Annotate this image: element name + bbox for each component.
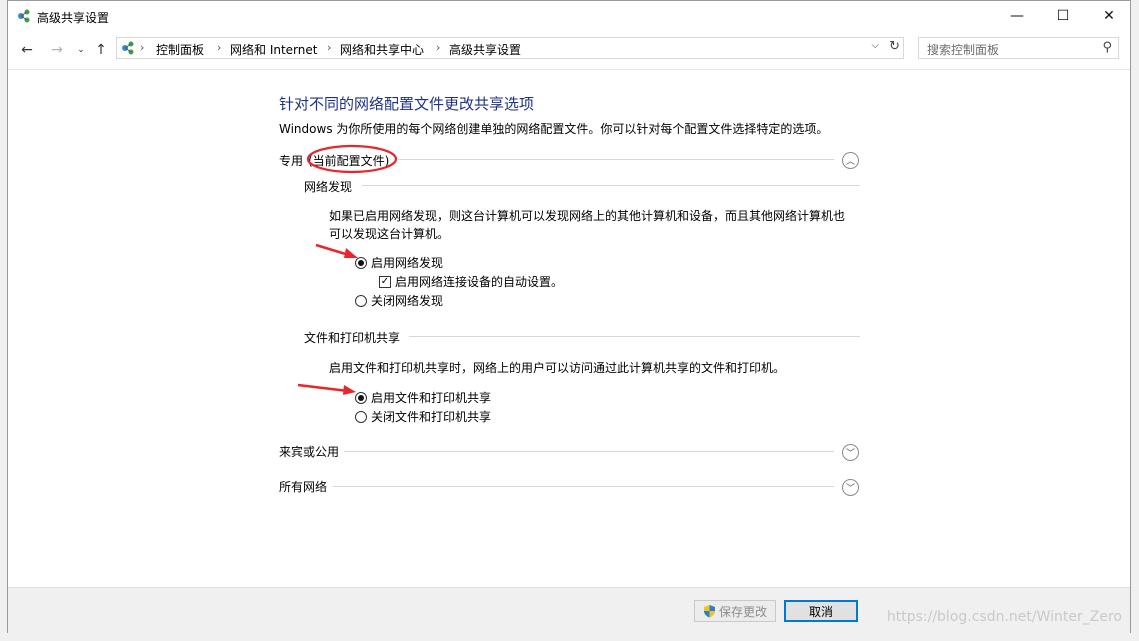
network-discovery-title: 网络发现 bbox=[304, 180, 353, 194]
network-discovery-text-line1: 如果已启用网络发现，则这台计算机可以发现网络上的其他计算机和设备，而且其他网络计… bbox=[329, 209, 846, 223]
red-arrow-annotation bbox=[297, 383, 356, 395]
chevron-down-icon: ⌄ bbox=[77, 45, 85, 55]
section-divider bbox=[398, 159, 834, 160]
section-divider bbox=[409, 336, 860, 337]
search-input[interactable]: 搜索控制面板 bbox=[927, 41, 999, 58]
up-button[interactable]: ↑ bbox=[90, 40, 112, 60]
arrow-up-icon: ↑ bbox=[95, 42, 107, 58]
footer-bar: 保存更改 取消 https://blog.csdn.net/Winter_Zer… bbox=[8, 587, 1130, 635]
current-profile-tag: (当前配置文件) bbox=[308, 154, 390, 168]
chevron-down-icon: ﹀ bbox=[845, 449, 855, 459]
address-bar[interactable]: › 控制面板 › 网络和 Internet › 网络和共享中心 › 高级共享设置… bbox=[116, 37, 904, 59]
search-box[interactable]: 搜索控制面板 ⚲ bbox=[918, 37, 1119, 59]
radio-disable-discovery[interactable]: 关闭网络发现 bbox=[355, 292, 443, 309]
network-location-icon bbox=[122, 41, 134, 55]
address-dropdown-icon[interactable]: ⌵ bbox=[871, 40, 879, 51]
shield-icon bbox=[703, 605, 715, 618]
network-discovery-text-line2: 可以发现这台计算机。 bbox=[329, 227, 450, 241]
search-icon[interactable]: ⚲ bbox=[1102, 40, 1112, 55]
radio-disable-file-sharing-label: 关闭文件和打印机共享 bbox=[371, 410, 492, 424]
chevron-up-icon: ︿ bbox=[845, 157, 855, 167]
breadcrumb-advanced-sharing[interactable]: 高级共享设置 bbox=[449, 41, 521, 58]
network-app-icon bbox=[18, 9, 30, 23]
radio-selected-icon[interactable] bbox=[355, 256, 367, 269]
expand-all-button[interactable]: ﹀ bbox=[842, 479, 859, 496]
breadcrumb-separator-icon: › bbox=[436, 41, 441, 54]
main-content: 针对不同的网络配置文件更改共享选项 Windows 为你所使用的每个网络创建单独… bbox=[8, 70, 1130, 587]
recent-locations-button[interactable]: ⌄ bbox=[70, 40, 92, 60]
section-divider bbox=[362, 185, 860, 186]
radio-selected-icon[interactable] bbox=[355, 391, 367, 404]
section-divider bbox=[333, 486, 834, 487]
window: 高级共享设置 — ☐ ✕ ← → ⌄ ↑ › 控制面板 › 网络和 Intern… bbox=[7, 0, 1131, 635]
close-button[interactable]: ✕ bbox=[1086, 1, 1132, 31]
navigation-bar: ← → ⌄ ↑ › 控制面板 › 网络和 Internet › 网络和共享中心 … bbox=[8, 31, 1130, 70]
save-changes-label: 保存更改 bbox=[718, 604, 767, 619]
breadcrumb-control-panel[interactable]: 控制面板 bbox=[156, 41, 204, 58]
profile-all-label[interactable]: 所有网络 bbox=[279, 478, 327, 495]
checkbox-auto-setup[interactable]: ✓ 启用网络连接设备的自动设置。 bbox=[379, 273, 563, 290]
cancel-label: 取消 bbox=[808, 604, 833, 619]
title-bar: 高级共享设置 — ☐ ✕ bbox=[8, 1, 1130, 31]
radio-enable-file-sharing[interactable]: 启用文件和打印机共享 bbox=[355, 389, 491, 406]
back-button[interactable]: ← bbox=[16, 40, 38, 60]
radio-unselected-icon[interactable] bbox=[355, 410, 367, 423]
expand-guest-button[interactable]: ﹀ bbox=[842, 444, 859, 461]
breadcrumb-separator-icon: › bbox=[140, 41, 145, 54]
save-changes-button[interactable]: 保存更改 bbox=[694, 600, 776, 622]
checkbox-checked-icon[interactable]: ✓ bbox=[379, 275, 391, 288]
window-title: 高级共享设置 bbox=[37, 11, 110, 25]
cancel-button[interactable]: 取消 bbox=[784, 600, 858, 622]
breadcrumb-network-internet[interactable]: 网络和 Internet bbox=[230, 41, 317, 58]
breadcrumb-network-sharing-center[interactable]: 网络和共享中心 bbox=[340, 41, 424, 58]
radio-enable-discovery-label: 启用网络发现 bbox=[371, 256, 444, 270]
radio-enable-file-sharing-label: 启用文件和打印机共享 bbox=[371, 391, 492, 405]
file-sharing-title: 文件和打印机共享 bbox=[304, 331, 401, 345]
forward-button[interactable]: → bbox=[46, 40, 68, 60]
maximize-button[interactable]: ☐ bbox=[1040, 1, 1086, 31]
file-sharing-text: 启用文件和打印机共享时，网络上的用户可以访问通过此计算机共享的文件和打印机。 bbox=[329, 361, 786, 375]
radio-disable-discovery-label: 关闭网络发现 bbox=[371, 294, 444, 308]
page-description: Windows 为你所使用的每个网络创建单独的网络配置文件。你可以针对每个配置文… bbox=[279, 122, 829, 136]
breadcrumb-separator-icon: › bbox=[217, 41, 222, 54]
profile-guest-label[interactable]: 来宾或公用 bbox=[279, 443, 339, 460]
arrow-left-icon: ← bbox=[21, 42, 33, 58]
refresh-icon[interactable]: ↻ bbox=[889, 39, 900, 54]
radio-disable-file-sharing[interactable]: 关闭文件和打印机共享 bbox=[355, 408, 491, 425]
minimize-button[interactable]: — bbox=[994, 1, 1040, 31]
radio-unselected-icon[interactable] bbox=[355, 294, 367, 307]
collapse-private-button[interactable]: ︿ bbox=[842, 152, 859, 169]
chevron-down-icon: ﹀ bbox=[845, 484, 855, 494]
page-heading: 针对不同的网络配置文件更改共享选项 bbox=[279, 95, 535, 113]
checkbox-auto-setup-label: 启用网络连接设备的自动设置。 bbox=[395, 275, 564, 289]
red-arrow-annotation bbox=[315, 243, 358, 258]
section-divider bbox=[344, 451, 834, 452]
breadcrumb-separator-icon: › bbox=[327, 41, 332, 54]
minimize-icon: — bbox=[1010, 8, 1024, 24]
watermark-text: https://blog.csdn.net/Winter_Zero bbox=[886, 609, 1122, 625]
close-icon: ✕ bbox=[1103, 8, 1115, 24]
arrow-right-icon: → bbox=[51, 42, 63, 58]
radio-enable-discovery[interactable]: 启用网络发现 bbox=[355, 254, 443, 271]
maximize-icon: ☐ bbox=[1056, 8, 1070, 24]
profile-private-label[interactable]: 专用 bbox=[279, 152, 303, 169]
